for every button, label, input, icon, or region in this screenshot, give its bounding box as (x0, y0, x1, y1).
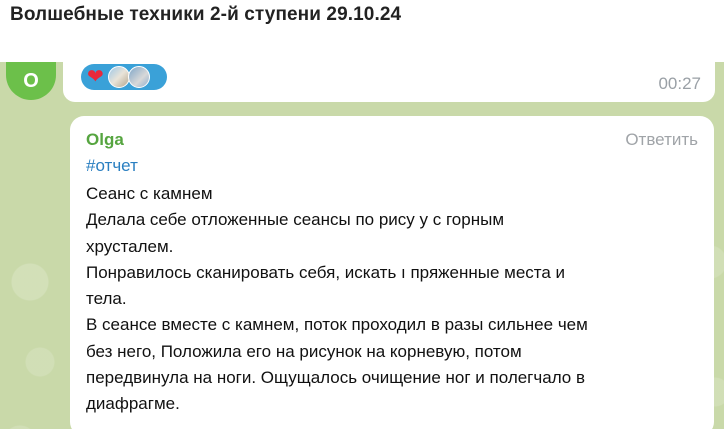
message-line: В сеансе вместе с камнем, поток проходил… (86, 315, 588, 335)
message-bubble-previous: ❤ 00:27 (63, 62, 715, 102)
hashtag-link[interactable]: #отчет (86, 156, 138, 176)
reactor-avatar (127, 66, 150, 88)
message-line: тела. (86, 289, 127, 309)
avatar-letter: О (23, 69, 39, 92)
reactor-avatar (107, 66, 130, 88)
reaction-badge[interactable]: ❤ (81, 64, 167, 90)
message-line: диафрагме. (86, 394, 180, 414)
message-text: Сеанс с камнем Делала себе отложенные се… (86, 181, 696, 418)
message-bubble: Olga Ответить #отчет Сеанс с камнем Дела… (70, 116, 714, 436)
message-line: Понравилось сканировать себя, искать ı п… (86, 262, 566, 282)
reply-button[interactable]: Ответить (625, 130, 698, 150)
message-line: Сеанс с камнем (86, 184, 213, 203)
chat-header: Волшебные техники 2-й ступени 29.10.24 (0, 0, 724, 63)
message-line: хрусталем. (86, 236, 174, 256)
heart-icon: ❤ (87, 66, 104, 88)
message-time: 00:27 (658, 74, 701, 93)
chat-title[interactable]: Волшебные техники 2-й ступени 29.10.24 (10, 4, 401, 26)
message-line: без него, Положила его на рисунок на кор… (86, 341, 522, 361)
message-line: Делала себе отложенные сеансы по рису у … (86, 210, 505, 230)
sender-name[interactable]: Olga (86, 130, 124, 150)
message-line: передвинула на ноги. Ощущалось очищение … (86, 368, 586, 388)
